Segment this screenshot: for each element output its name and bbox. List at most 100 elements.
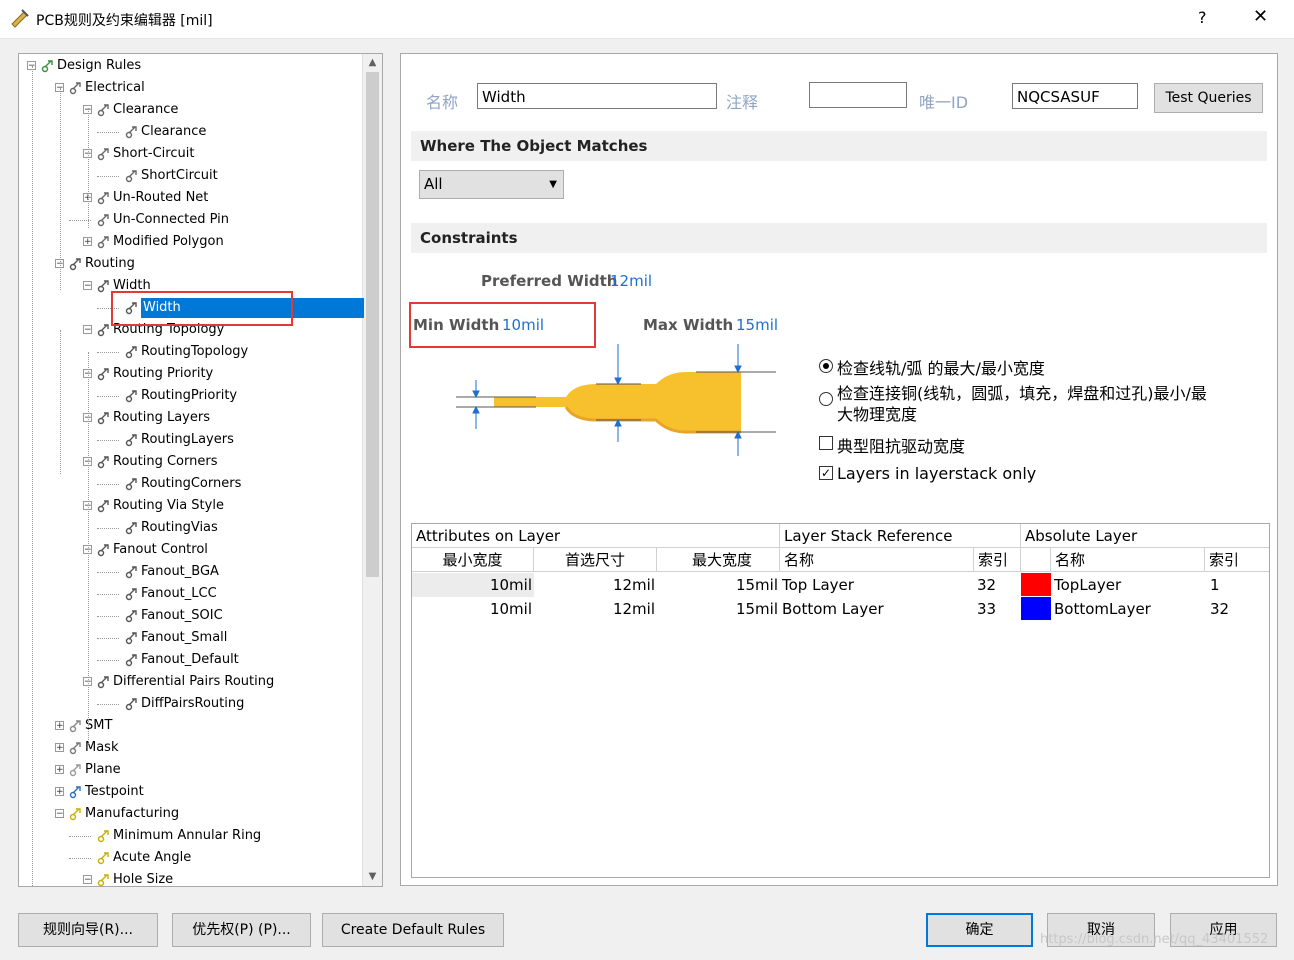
check-copper-width-label-line2[interactable]: 大物理宽度: [837, 401, 917, 425]
scroll-down-arrow-icon[interactable]: ▼: [363, 868, 382, 886]
layerstack-only-checkbox[interactable]: ✓: [819, 466, 833, 480]
scroll-thumb[interactable]: [366, 72, 379, 577]
tree-item[interactable]: RoutingCorners: [19, 474, 362, 494]
tree-item[interactable]: − Hole Size: [19, 870, 362, 886]
cell-min[interactable]: 10mil: [412, 597, 534, 621]
table-row[interactable]: 10mil 12mil 15mil Top Layer 32 TopLayer …: [412, 573, 1269, 597]
expand-icon[interactable]: +: [83, 237, 92, 247]
tree-item[interactable]: + Un-Routed Net: [19, 188, 362, 208]
col-abs-name[interactable]: 名称: [1051, 548, 1205, 572]
col-max-width[interactable]: 最大宽度: [657, 548, 780, 572]
tree-item[interactable]: Minimum Annular Ring: [19, 826, 362, 846]
col-stack-index[interactable]: 索引: [974, 548, 1021, 572]
tree-item-label: Un-Routed Net: [113, 190, 209, 205]
tree-item[interactable]: RoutingLayers: [19, 430, 362, 450]
cell-max[interactable]: 15mil: [657, 597, 780, 621]
cell-min[interactable]: 10mil: [412, 573, 534, 597]
object-match-combo[interactable]: All ▼: [419, 170, 564, 199]
tree-item[interactable]: − Fanout Control: [19, 540, 362, 560]
layer-color-swatch[interactable]: [1021, 573, 1051, 596]
max-width-value[interactable]: 15mil: [736, 316, 778, 334]
tree-item[interactable]: RoutingPriority: [19, 386, 362, 406]
ok-button[interactable]: 确定: [926, 913, 1033, 947]
test-queries-button[interactable]: Test Queries: [1154, 83, 1263, 113]
unique-id-input[interactable]: NQCSASUF: [1012, 83, 1138, 109]
col-preferred[interactable]: 首选尺寸: [534, 548, 657, 572]
table-row[interactable]: 10mil 12mil 15mil Bottom Layer 33 Bottom…: [412, 597, 1269, 621]
impedance-width-checkbox[interactable]: [819, 436, 833, 450]
cell-abs-index: 32: [1210, 600, 1230, 618]
col-stack-name[interactable]: 名称: [780, 548, 974, 572]
close-button[interactable]: ✕: [1253, 6, 1268, 27]
tree-item[interactable]: + Mask: [19, 738, 362, 758]
tree-item[interactable]: − Routing Layers: [19, 408, 362, 428]
tree-item[interactable]: Fanout_LCC: [19, 584, 362, 604]
expand-icon[interactable]: +: [55, 743, 64, 753]
expand-icon[interactable]: +: [55, 721, 64, 731]
routing-rule-icon: [97, 279, 111, 293]
tree-scrollbar[interactable]: ▲ ▼: [362, 54, 382, 886]
layer-color-swatch[interactable]: [1021, 597, 1051, 620]
layerstack-only-label[interactable]: Layers in layerstack only: [837, 464, 1036, 483]
name-input[interactable]: Width: [477, 83, 717, 109]
tree-item[interactable]: ShortCircuit: [19, 166, 362, 186]
tree-item[interactable]: Clearance: [19, 122, 362, 142]
tree-item[interactable]: Acute Angle: [19, 848, 362, 868]
cell-pref[interactable]: 12mil: [534, 597, 657, 621]
col-color[interactable]: [1021, 548, 1051, 572]
tree-item[interactable]: Fanout_SOIC: [19, 606, 362, 626]
tree-item-label: Short-Circuit: [113, 146, 195, 161]
scroll-up-arrow-icon[interactable]: ▲: [363, 54, 382, 72]
tree-item[interactable]: − Routing Corners: [19, 452, 362, 472]
tree-item[interactable]: − Short-Circuit: [19, 144, 362, 164]
cell-max[interactable]: 15mil: [657, 573, 780, 597]
tree-item[interactable]: Fanout_Default: [19, 650, 362, 670]
comment-input[interactable]: [809, 82, 907, 108]
col-min-width[interactable]: 最小宽度: [412, 548, 534, 572]
tree-item[interactable]: + Modified Polygon: [19, 232, 362, 252]
collapse-icon[interactable]: −: [83, 281, 92, 291]
tree-item[interactable]: + Plane: [19, 760, 362, 780]
tree-item-label: Routing Priority: [113, 366, 214, 381]
title-bar: PCB规则及约束编辑器 [mil] ? ✕: [0, 0, 1294, 39]
collapse-icon[interactable]: −: [55, 809, 64, 819]
tree-item[interactable]: + SMT: [19, 716, 362, 736]
tree-item[interactable]: − Manufacturing: [19, 804, 362, 824]
impedance-width-label[interactable]: 典型阻抗驱动宽度: [837, 433, 965, 457]
expand-icon[interactable]: +: [55, 765, 64, 775]
preferred-width-value[interactable]: 12mil: [610, 272, 652, 290]
collapse-icon[interactable]: −: [83, 875, 92, 885]
rule-wizard-button[interactable]: 规则向导(R)...: [18, 913, 158, 947]
routing-rule-icon: [97, 499, 111, 513]
help-button[interactable]: ?: [1198, 8, 1207, 27]
priorities-button[interactable]: 优先权(P) (P)...: [172, 913, 311, 947]
create-default-rules-button[interactable]: Create Default Rules: [322, 913, 504, 947]
check-track-width-label[interactable]: 检查线轨/弧 的最大/最小宽度: [837, 355, 1045, 379]
tree-item[interactable]: Un-Connected Pin: [19, 210, 362, 230]
cell-stack-index: 33: [977, 600, 997, 618]
chevron-down-icon: ▼: [549, 179, 557, 190]
tree-item[interactable]: − Clearance: [19, 100, 362, 120]
tree-connector: [97, 704, 119, 705]
col-abs-index[interactable]: 索引: [1205, 548, 1269, 572]
collapse-icon[interactable]: −: [83, 325, 92, 335]
layer-attributes-grid[interactable]: Attributes on Layer Layer Stack Referenc…: [411, 523, 1270, 878]
tree-item[interactable]: DiffPairsRouting: [19, 694, 362, 714]
check-track-width-radio[interactable]: [819, 359, 833, 373]
tree-item[interactable]: − Electrical: [19, 78, 362, 98]
expand-icon[interactable]: +: [55, 787, 64, 797]
cell-pref[interactable]: 12mil: [534, 573, 657, 597]
tree-item[interactable]: − Differential Pairs Routing: [19, 672, 362, 692]
electrical-rule-icon: [125, 125, 139, 139]
tree-item[interactable]: RoutingVias: [19, 518, 362, 538]
tree-item[interactable]: − Design Rules: [19, 56, 362, 76]
tree-item[interactable]: − Routing Priority: [19, 364, 362, 384]
tree-item[interactable]: − Routing: [19, 254, 362, 274]
tree-item[interactable]: + Testpoint: [19, 782, 362, 802]
check-copper-width-radio[interactable]: [819, 392, 833, 406]
rules-tree[interactable]: ▲ ▼ − Design Rules − Electrical − Clearance Cl…: [18, 53, 383, 887]
tree-item[interactable]: − Routing Via Style: [19, 496, 362, 516]
tree-item[interactable]: RoutingTopology: [19, 342, 362, 362]
tree-item[interactable]: Fanout_BGA: [19, 562, 362, 582]
tree-item[interactable]: Fanout_Small: [19, 628, 362, 648]
